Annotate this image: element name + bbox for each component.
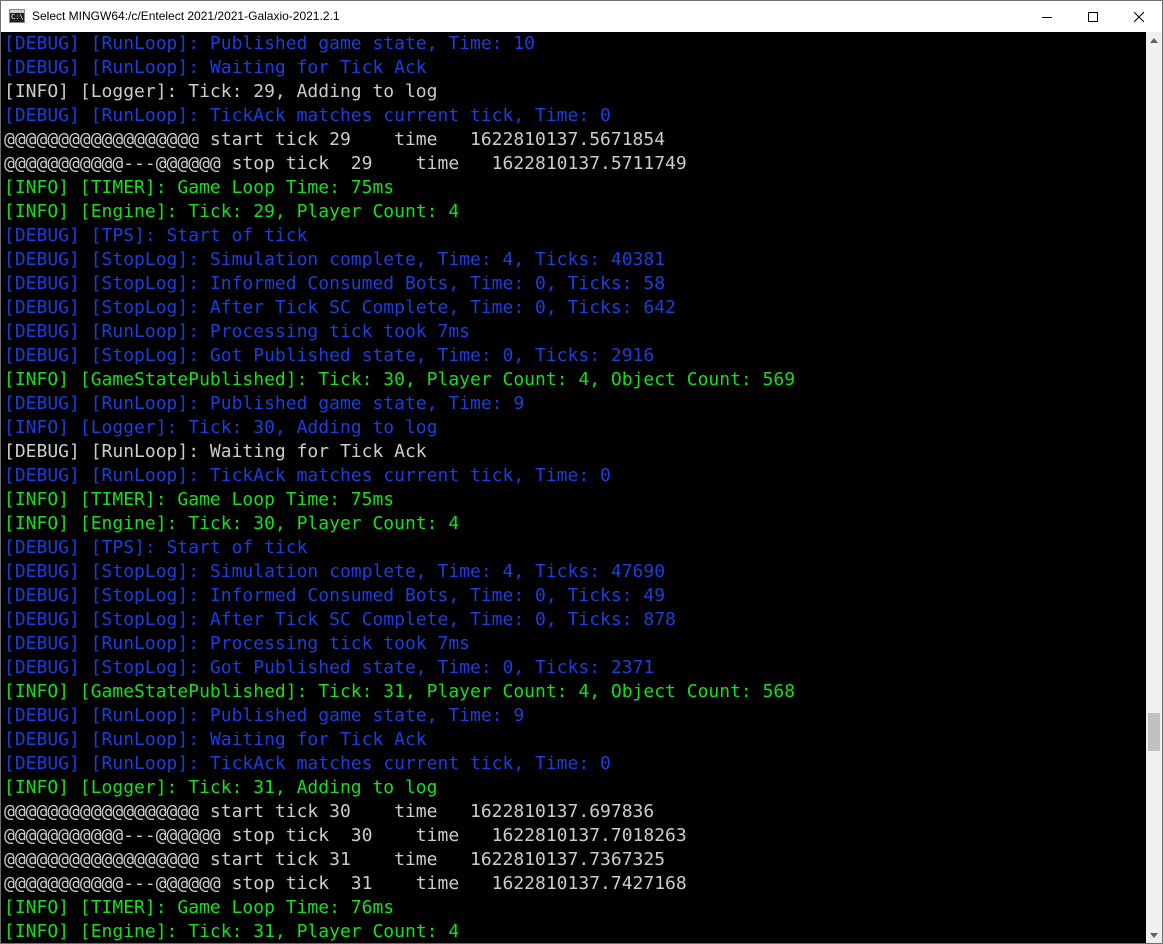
close-button[interactable] — [1116, 1, 1162, 32]
console-line: [DEBUG] [StopLog]: Got Published state, … — [4, 657, 655, 678]
console-line: [DEBUG] [RunLoop]: Published game state,… — [4, 393, 525, 414]
scroll-down-arrow-icon — [1150, 933, 1158, 938]
console-line: [DEBUG] [StopLog]: Got Published state, … — [4, 345, 655, 366]
console-line: [DEBUG] [StopLog]: Simulation complete, … — [4, 249, 666, 270]
console-line: [INFO] [Logger]: Tick: 31, Adding to log — [4, 777, 438, 798]
console-line: [DEBUG] [RunLoop]: TickAck matches curre… — [4, 105, 611, 126]
scroll-up-button[interactable] — [1146, 32, 1162, 49]
console-line: @@@@@@@@@@@@@@@@@@ start tick 30 time 16… — [4, 801, 655, 822]
console-line: [DEBUG] [RunLoop]: Processing tick took … — [4, 321, 470, 342]
console-line: [INFO] [TIMER]: Game Loop Time: 75ms — [4, 177, 395, 198]
console-line: [INFO] [TIMER]: Game Loop Time: 75ms — [4, 489, 395, 510]
console-line: [DEBUG] [RunLoop]: Waiting for Tick Ack — [4, 57, 427, 78]
close-icon — [1134, 11, 1144, 22]
terminal-window: C:\ Select MINGW64:/c/Entelect 2021/2021… — [0, 0, 1163, 944]
console-line: [INFO] [Logger]: Tick: 29, Adding to log — [4, 81, 438, 102]
console-line: [INFO] [Logger]: Tick: 30, Adding to log — [4, 417, 438, 438]
console-line: [DEBUG] [RunLoop]: Published game state,… — [4, 705, 525, 726]
console-output[interactable]: [DEBUG] [RunLoop]: Published game state,… — [1, 32, 1146, 943]
console-line: [DEBUG] [TPS]: Start of tick — [4, 537, 308, 558]
console-line: @@@@@@@@@@@---@@@@@@ stop tick 31 time 1… — [4, 873, 687, 894]
console-line: [INFO] [Engine]: Tick: 30, Player Count:… — [4, 513, 460, 534]
scroll-down-button[interactable] — [1146, 927, 1162, 943]
console-line: [DEBUG] [StopLog]: After Tick SC Complet… — [4, 609, 676, 630]
console-line: [DEBUG] [RunLoop]: TickAck matches curre… — [4, 465, 611, 486]
console-line: [DEBUG] [StopLog]: Informed Consumed Bot… — [4, 585, 666, 606]
scrollbar-thumb[interactable] — [1148, 713, 1160, 751]
console-line: [DEBUG] [RunLoop]: Waiting for Tick Ack — [4, 441, 427, 462]
console-line: [DEBUG] [TPS]: Start of tick — [4, 225, 308, 246]
title-bar[interactable]: C:\ Select MINGW64:/c/Entelect 2021/2021… — [1, 1, 1162, 32]
console-line: [DEBUG] [RunLoop]: TickAck matches curre… — [4, 753, 611, 774]
window-title: Select MINGW64:/c/Entelect 2021/2021-Gal… — [32, 9, 340, 23]
vertical-scrollbar[interactable] — [1146, 32, 1162, 943]
minimize-icon — [1042, 16, 1052, 18]
console-line: [INFO] [GameStatePublished]: Tick: 31, P… — [4, 681, 796, 702]
console-line: [INFO] [TIMER]: Game Loop Time: 76ms — [4, 897, 395, 918]
console-line: @@@@@@@@@@@@@@@@@@ start tick 29 time 16… — [4, 129, 666, 150]
maximize-icon — [1088, 11, 1098, 22]
scroll-up-arrow-icon — [1150, 38, 1158, 43]
minimize-button[interactable] — [1024, 1, 1070, 32]
console-line: [DEBUG] [StopLog]: After Tick SC Complet… — [4, 297, 676, 318]
console-line: @@@@@@@@@@@---@@@@@@ stop tick 30 time 1… — [4, 825, 687, 846]
console-line: @@@@@@@@@@@@@@@@@@ start tick 31 time 16… — [4, 849, 666, 870]
console-line: [DEBUG] [RunLoop]: Waiting for Tick Ack — [4, 729, 427, 750]
console-icon-glyph: C:\ — [11, 13, 24, 21]
console-line: [INFO] [Engine]: Tick: 31, Player Count:… — [4, 921, 460, 942]
console-line: [DEBUG] [RunLoop]: Published game state,… — [4, 33, 536, 54]
console-app-icon[interactable]: C:\ — [9, 9, 25, 23]
console-line: [DEBUG] [RunLoop]: Processing tick took … — [4, 633, 470, 654]
console-line: [INFO] [GameStatePublished]: Tick: 30, P… — [4, 369, 796, 390]
console-line: [DEBUG] [StopLog]: Simulation complete, … — [4, 561, 666, 582]
maximize-button[interactable] — [1070, 1, 1116, 32]
console-line: [INFO] [Engine]: Tick: 29, Player Count:… — [4, 201, 460, 222]
console-line: [DEBUG] [StopLog]: Informed Consumed Bot… — [4, 273, 666, 294]
console-line: @@@@@@@@@@@---@@@@@@ stop tick 29 time 1… — [4, 153, 687, 174]
